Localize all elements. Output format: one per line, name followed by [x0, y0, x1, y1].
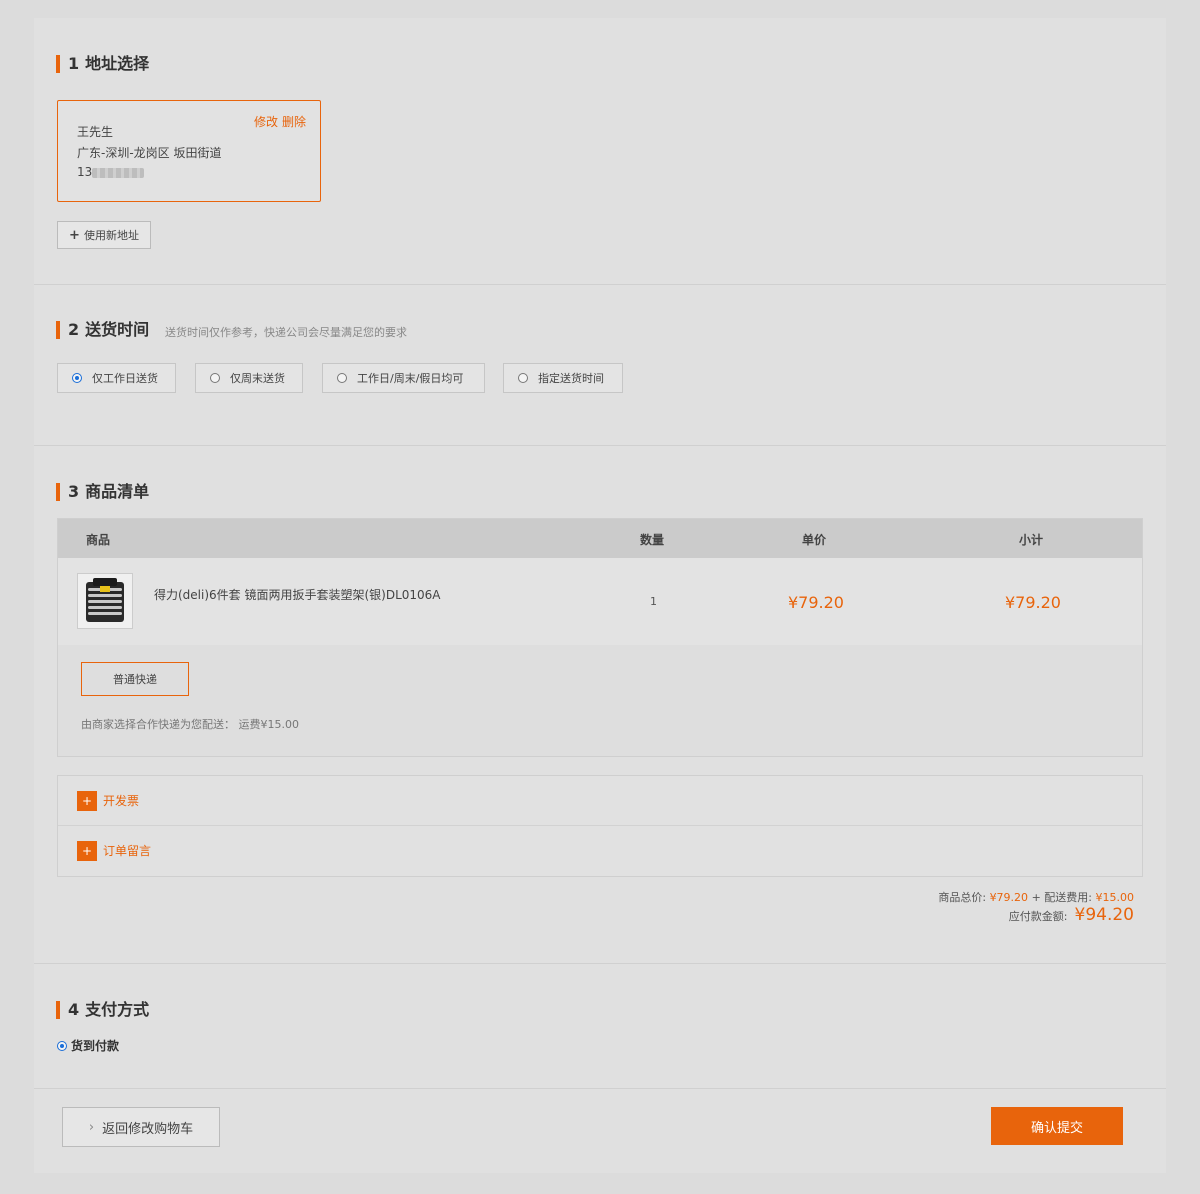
payable-label: 应付款金额:	[1008, 910, 1068, 923]
delivery-option-label: 指定送货时间	[538, 372, 604, 385]
header-subtotal: 小计	[1019, 533, 1044, 547]
table-row: 得力(deli)6件套 镜面两用扳手套装塑架(银)DL0106A 1 ¥79.2…	[58, 558, 1142, 645]
payable-amount: 应付款金额: ¥94.20	[1009, 905, 1134, 925]
address-card[interactable]: 修改 删除 王先生 广东-深圳-龙岗区 坂田街道 13	[57, 100, 321, 202]
product-thumbnail[interactable]	[77, 573, 133, 629]
shipping-note: 由商家选择合作快递为您配送： 运费¥15.00	[81, 718, 299, 731]
message-row[interactable]: + 订单留言	[58, 826, 1142, 875]
section-divider	[34, 1088, 1166, 1089]
plus-sign: +	[1031, 891, 1041, 904]
table-header: 商品 数量 单价 小计	[58, 519, 1142, 558]
payment-option-cod[interactable]: 货到付款	[57, 1037, 119, 1054]
header-qty: 数量	[640, 533, 665, 547]
payment-section-number: 4	[68, 1000, 80, 1019]
back-to-cart-label: 返回修改购物车	[102, 1121, 194, 1137]
delivery-option-anytime[interactable]: 工作日/周末/假日均可	[322, 363, 485, 393]
section-divider	[34, 445, 1166, 446]
payable-value: ¥94.20	[1074, 905, 1134, 925]
section-divider	[34, 284, 1166, 285]
price-breakdown: 商品总价: ¥79.20 + 配送费用: ¥15.00	[938, 889, 1134, 905]
new-address-button[interactable]: + 使用新地址	[57, 221, 151, 249]
address-section-title: 1 地址选择	[56, 55, 149, 73]
recipient-phone: 13	[77, 165, 145, 179]
address-section-number: 1	[68, 54, 80, 73]
header-product: 商品	[86, 533, 111, 547]
shipping-method-button[interactable]: 普通快递	[81, 662, 189, 696]
product-quantity: 1	[650, 595, 657, 608]
submit-order-button[interactable]: 确认提交	[991, 1107, 1123, 1145]
delivery-hint: 送货时间仅作参考，快递公司会尽量满足您的要求	[165, 326, 407, 339]
product-subtotal: ¥79.20	[1005, 593, 1061, 612]
back-to-cart-button[interactable]: › 返回修改购物车	[62, 1107, 220, 1147]
product-name[interactable]: 得力(deli)6件套 镜面两用扳手套装塑架(银)DL0106A	[154, 586, 441, 603]
radio-icon	[337, 373, 347, 383]
delete-address-link[interactable]: 删除	[282, 115, 306, 129]
phone-redacted-blur	[92, 167, 145, 178]
expand-plus-icon[interactable]: +	[77, 840, 97, 861]
delivery-option-weekdays[interactable]: 仅工作日送货	[57, 363, 176, 393]
edit-address-link[interactable]: 修改	[254, 115, 278, 129]
radio-selected-icon	[72, 373, 82, 383]
header-unit-price: 单价	[802, 533, 827, 547]
shipping-fee-label: 配送费用:	[1044, 891, 1092, 904]
product-table: 商品 数量 单价 小计 得力(deli)6件套 镜面两用扳手套装塑架(银)DL0…	[57, 518, 1143, 757]
delivery-option-label: 仅周末送货	[230, 372, 285, 385]
recipient-location: 广东-深圳-龙岗区 坂田街道	[77, 146, 222, 160]
product-unit-price: ¥79.20	[788, 593, 844, 612]
address-actions: 修改 删除	[250, 113, 306, 130]
delivery-option-weekends[interactable]: 仅周末送货	[195, 363, 303, 393]
items-section-title: 3 商品清单	[56, 483, 149, 501]
radio-selected-icon	[57, 1040, 67, 1051]
chevron-right-icon: ›	[88, 1119, 95, 1135]
delivery-section-title: 2 送货时间	[56, 321, 149, 339]
payment-option-label: 货到付款	[71, 1039, 120, 1053]
invoice-label[interactable]: 开发票	[103, 792, 139, 809]
order-extras: + 开发票 + 订单留言	[57, 775, 1143, 877]
expand-plus-icon[interactable]: +	[77, 790, 97, 811]
payment-section-title: 4 支付方式	[56, 1001, 149, 1019]
section-divider	[34, 963, 1166, 964]
wrench-set-icon	[86, 578, 124, 622]
delivery-section-label: 送货时间	[85, 320, 150, 339]
plus-icon: +	[69, 227, 80, 243]
delivery-option-label: 工作日/周末/假日均可	[357, 372, 464, 385]
items-section-label: 商品清单	[85, 482, 150, 501]
delivery-option-label: 仅工作日送货	[92, 372, 158, 385]
message-label[interactable]: 订单留言	[103, 842, 151, 859]
phone-prefix: 13	[77, 165, 93, 179]
goods-total-label: 商品总价:	[938, 891, 987, 904]
invoice-row[interactable]: + 开发票	[58, 776, 1142, 826]
shipping-fee-value: ¥15.00	[1095, 891, 1135, 904]
radio-icon	[210, 373, 220, 383]
delivery-option-scheduled[interactable]: 指定送货时间	[503, 363, 623, 393]
checkout-panel: 1 地址选择 修改 删除 王先生 广东-深圳-龙岗区 坂田街道 13 + 使用新地址…	[34, 18, 1166, 1173]
recipient-name: 王先生	[77, 125, 114, 139]
address-section-label: 地址选择	[85, 54, 150, 73]
goods-total-value: ¥79.20	[989, 891, 1029, 904]
new-address-label: 使用新地址	[83, 229, 139, 242]
items-section-number: 3	[68, 482, 80, 501]
payment-section-label: 支付方式	[85, 1000, 150, 1019]
delivery-section-number: 2	[68, 320, 80, 339]
radio-icon	[518, 373, 528, 383]
